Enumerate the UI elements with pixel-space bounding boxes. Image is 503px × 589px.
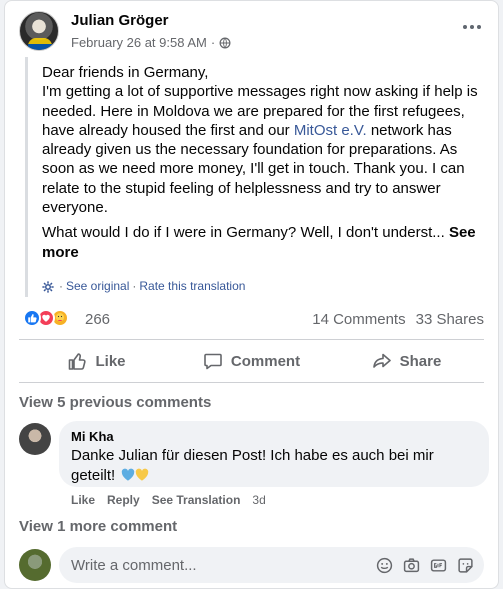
like-icon xyxy=(69,353,87,370)
comment-input-wrap xyxy=(59,547,484,583)
reaction-count[interactable]: 266 xyxy=(85,311,110,328)
mitost-link[interactable]: MitOst e.V. xyxy=(294,122,367,139)
yellow-heart-icon xyxy=(136,468,149,481)
see-original-link[interactable]: See original xyxy=(66,277,129,296)
like-label: Like xyxy=(95,352,126,370)
translation-separator: · xyxy=(59,279,63,293)
like-reaction-icon xyxy=(23,309,41,327)
comment-text-wrap: Danke Julian für diesen Post! Ich habe e… xyxy=(71,446,477,486)
current-user-avatar[interactable] xyxy=(19,549,51,581)
composer-tools xyxy=(376,557,484,574)
post-date[interactable]: February 26 at 9:58 AM xyxy=(71,35,207,50)
like-button[interactable]: Like xyxy=(19,340,174,382)
view-previous-comments[interactable]: View 5 previous comments xyxy=(19,394,211,411)
commenter-name[interactable]: Mi Kha xyxy=(71,429,477,444)
comment-composer xyxy=(19,547,484,583)
gear-icon xyxy=(42,281,54,293)
view-more-comments[interactable]: View 1 more comment xyxy=(19,518,177,535)
comment-input[interactable] xyxy=(71,556,376,574)
author-avatar[interactable] xyxy=(19,11,59,51)
post-teaser-paragraph: What would I do if I were in Germany? We… xyxy=(42,223,497,262)
shares-count[interactable]: 33 Shares xyxy=(416,311,484,328)
comment-age[interactable]: 3d xyxy=(252,493,265,507)
comment-reply-button[interactable]: Reply xyxy=(107,493,140,507)
translation-separator-2: · xyxy=(132,279,137,293)
comment-button[interactable]: Comment xyxy=(174,340,329,382)
author-name[interactable]: Julian Gröger xyxy=(71,12,169,29)
gif-icon[interactable] xyxy=(430,557,447,574)
comment-see-translation-button[interactable]: See Translation xyxy=(152,493,241,507)
commenter-avatar[interactable] xyxy=(19,423,51,455)
comment-like-button[interactable]: Like xyxy=(71,493,95,507)
comment-bubble: Mi Kha Danke Julian für diesen Post! Ich… xyxy=(59,421,489,487)
comment-actions: Like Reply See Translation 3d xyxy=(71,493,266,507)
share-icon xyxy=(372,353,391,368)
globe-icon xyxy=(219,37,231,48)
comment-icon xyxy=(204,353,222,370)
post-greeting: Dear friends in Germany, xyxy=(42,64,209,81)
comments-count[interactable]: 14 Comments xyxy=(312,311,405,328)
reaction-icons[interactable] xyxy=(23,309,69,327)
post-meta: February 26 at 9:58 AM · xyxy=(71,35,231,50)
sticker-icon[interactable] xyxy=(457,557,474,574)
meta-separator: · xyxy=(210,35,216,50)
action-bar: Like Comment Share xyxy=(19,339,484,383)
share-label: Share xyxy=(399,352,442,370)
emoji-icon[interactable] xyxy=(376,557,393,574)
post-card: Julian Gröger February 26 at 9:58 AM · D… xyxy=(4,0,499,589)
post-body: Dear friends in Germany, I'm getting a l… xyxy=(25,57,497,297)
engagement-counts: 14 Comments 33 Shares xyxy=(312,311,484,328)
comment-label: Comment xyxy=(230,352,301,370)
camera-icon[interactable] xyxy=(403,557,420,574)
post-teaser: What would I do if I were in Germany? We… xyxy=(42,224,449,242)
more-options-icon[interactable] xyxy=(460,19,484,35)
blue-heart-icon xyxy=(122,468,135,481)
reaction-stats: 266 14 Comments 33 Shares xyxy=(23,309,484,331)
post-header: Julian Gröger February 26 at 9:58 AM · xyxy=(19,11,484,55)
comment-emojis xyxy=(121,466,149,486)
rate-translation-link[interactable]: Rate this translation xyxy=(139,277,245,296)
share-button[interactable]: Share xyxy=(329,340,484,382)
translation-bar: · See original · Rate this translation xyxy=(42,277,245,296)
post-text: Dear friends in Germany, I'm getting a l… xyxy=(42,63,490,217)
